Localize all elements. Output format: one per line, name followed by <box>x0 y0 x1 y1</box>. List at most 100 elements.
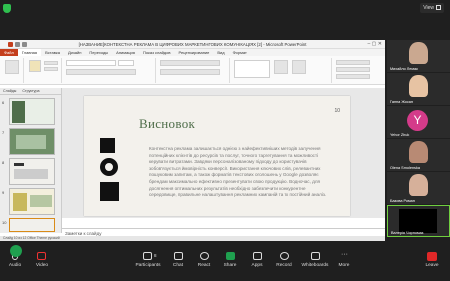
tab-home[interactable]: Главная <box>17 49 42 56</box>
leave-icon[interactable] <box>427 252 437 261</box>
participant-tile[interactable]: Ганна Жосан <box>387 73 450 105</box>
undo-icon[interactable] <box>21 42 27 47</box>
quick-styles-icon[interactable] <box>292 60 306 74</box>
participant-tile[interactable]: Y Yehor Zhuk <box>387 106 450 138</box>
ppt-title-bar: [НАЗВАНИЕ]КОНТЕКСТНА РЕКЛАМА В ЦИФРОВИХ … <box>0 40 385 49</box>
participant-tile[interactable]: Михайло Лемак <box>387 40 450 72</box>
participants-count: 8 <box>154 253 157 258</box>
participant-avatar: Y <box>407 110 428 131</box>
slide-canvas: 10 Висновок Контекстна реклама залишаєть… <box>62 88 385 218</box>
participant-tile-active[interactable]: Валерія Чорномаз <box>387 205 450 237</box>
react-label: React <box>197 263 211 268</box>
react-icon[interactable] <box>200 252 209 260</box>
participant-name: Валерія Чорномаз <box>391 231 424 235</box>
record-label: Record <box>276 263 292 268</box>
tab-transitions[interactable]: Переходы <box>85 49 112 56</box>
zoom-top-bar: View <box>0 0 450 40</box>
tab-outline[interactable]: Структура <box>19 88 42 94</box>
paragraph-group <box>158 58 230 83</box>
ribbon-tabs: Файл Главная Вставка Дизайн Переходы Ани… <box>0 49 385 56</box>
select-button[interactable] <box>336 74 370 79</box>
slide-thumb-number: 9 <box>2 190 5 195</box>
slide-thumbnail-selected[interactable] <box>9 218 55 232</box>
participant-video <box>399 209 437 233</box>
tab-design[interactable]: Дизайн <box>64 49 85 56</box>
thumb-graphic <box>16 135 46 149</box>
chat-icon[interactable] <box>174 252 183 260</box>
list-buttons[interactable] <box>160 60 220 66</box>
ppt-window-title: [НАЗВАНИЕ]КОНТЕКСТНА РЕКЛАМА В ЦИФРОВИХ … <box>78 42 307 47</box>
tab-format[interactable]: Формат <box>229 49 251 56</box>
shapes-gallery[interactable] <box>234 60 270 78</box>
zoom-window: View [НАЗВАНИЕ]КОНТЕКСТНА РЕКЛАМА В ЦИФР… <box>0 0 450 281</box>
window-controls[interactable]: – ▢ ✕ <box>368 40 382 49</box>
participants-label: Participants <box>135 263 161 268</box>
grid-icon <box>436 5 441 11</box>
video-button[interactable]: Video <box>22 263 62 268</box>
participant-tile[interactable]: Базова Роман <box>387 172 450 204</box>
participant-name: Olena Smolenska <box>390 166 420 170</box>
apps-icon[interactable] <box>253 252 262 260</box>
tab-review[interactable]: Рецензирование <box>175 49 214 56</box>
video-off-icon[interactable] <box>37 252 46 260</box>
editing-group <box>334 58 382 83</box>
decorative-ring <box>100 158 118 176</box>
font-family-select[interactable] <box>66 60 116 66</box>
share-screen-icon[interactable] <box>226 252 235 260</box>
more-label: More <box>338 263 350 268</box>
view-label: View <box>423 5 434 11</box>
ribbon <box>0 56 385 85</box>
leave-button[interactable]: Leave <box>412 263 450 268</box>
find-button[interactable] <box>336 60 370 65</box>
tab-animation[interactable]: Анимация <box>112 49 139 56</box>
participants-icon[interactable] <box>143 252 152 260</box>
decorative-square <box>100 182 119 201</box>
participant-video <box>409 75 428 97</box>
more-icon[interactable]: ··· <box>340 251 349 260</box>
font-size-select[interactable] <box>118 60 134 66</box>
whiteboard-icon[interactable] <box>311 252 320 260</box>
save-icon[interactable] <box>14 42 20 47</box>
more-button[interactable]: More <box>324 263 364 268</box>
powerpoint-window: [НАЗВАНИЕ]КОНТЕКСТНА РЕКЛАМА В ЦИФРОВИХ … <box>0 40 385 241</box>
tab-view[interactable]: Вид <box>213 49 228 56</box>
reset-button[interactable] <box>44 67 58 71</box>
slide-thumbnail[interactable] <box>9 158 55 185</box>
tab-insert[interactable]: Вставка <box>41 49 64 56</box>
align-buttons[interactable] <box>160 69 220 75</box>
replace-button[interactable] <box>336 67 370 72</box>
share-label: Share <box>223 263 237 268</box>
layout-button[interactable] <box>44 61 58 65</box>
slide-thumbnail[interactable] <box>9 128 55 155</box>
participant-tile[interactable]: Olena Smolenska <box>387 139 450 171</box>
apps-label: Apps <box>251 263 263 268</box>
font-format-buttons[interactable] <box>66 69 136 75</box>
tab-file[interactable]: Файл <box>0 49 18 56</box>
slide-thumbnail[interactable] <box>9 98 55 125</box>
new-slide-icon[interactable] <box>29 60 41 72</box>
participant-name: Михайло Лемак <box>390 67 418 71</box>
current-slide[interactable]: 10 Висновок Контекстна реклама залишаєть… <box>84 96 350 216</box>
slide-thumbnail[interactable] <box>9 188 55 215</box>
arrange-icon[interactable] <box>274 60 288 74</box>
participant-video <box>409 174 428 196</box>
quick-access-toolbar[interactable] <box>3 41 33 47</box>
thumb-graphic <box>13 193 27 211</box>
chat-label: Chat <box>172 263 184 268</box>
slide-title[interactable]: Висновок <box>139 116 195 132</box>
slide-body-text[interactable]: Контекстна реклама залишається однією з … <box>149 146 334 199</box>
panel-tabs: Слайды Структура <box>0 88 61 95</box>
decorative-square <box>100 138 115 153</box>
record-icon[interactable] <box>280 252 289 260</box>
view-button[interactable]: View <box>420 3 444 13</box>
paste-icon[interactable] <box>5 60 19 74</box>
tab-slideshow[interactable]: Показ слайдов <box>139 49 175 56</box>
thumb-graphic <box>14 163 24 166</box>
zoom-toolbar: Audio Video 8 Participants Chat React Sh… <box>0 241 450 281</box>
share-status-icon[interactable] <box>10 245 22 257</box>
drawing-group <box>232 58 332 83</box>
tab-slides[interactable]: Слайды <box>0 88 19 94</box>
thumb-graphic <box>30 195 52 207</box>
clipboard-group <box>2 58 24 83</box>
security-shield-icon <box>3 4 11 13</box>
